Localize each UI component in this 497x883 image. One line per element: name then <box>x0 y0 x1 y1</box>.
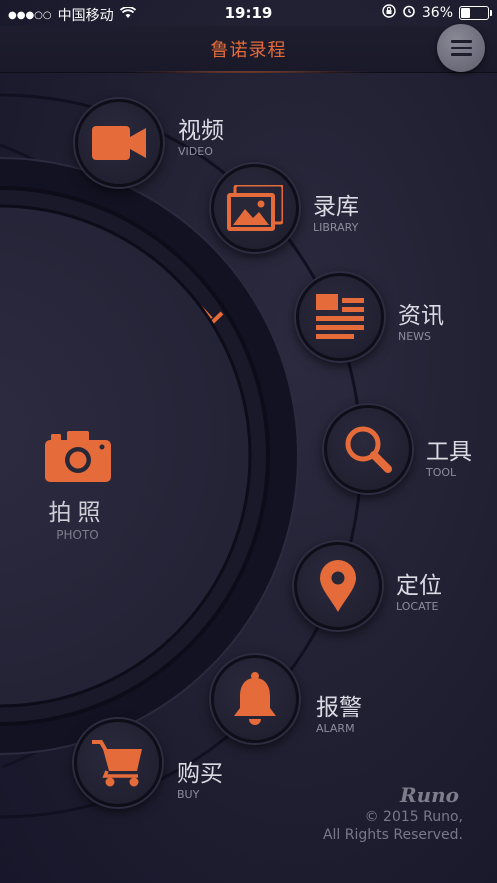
news-button[interactable] <box>296 273 384 361</box>
locate-label: 定位 <box>396 573 442 599</box>
locate-button[interactable] <box>294 542 382 630</box>
photo-sublabel: PHOTO <box>56 528 99 542</box>
tool-button[interactable] <box>324 405 412 493</box>
video-button[interactable] <box>75 99 163 187</box>
video-label: 视频 <box>178 118 224 144</box>
camera-icon <box>45 431 111 482</box>
buy-sublabel: BUY <box>177 788 200 801</box>
news-label-group: 资讯 NEWS <box>398 303 444 343</box>
magnifier-icon <box>345 426 392 473</box>
copyright-line-1: © 2015 Runo, <box>364 809 463 825</box>
brand-logo: Runo <box>399 783 459 807</box>
tool-label-group: 工具 TOOL <box>426 439 472 479</box>
library-label-group: 录库 LIBRARY <box>313 194 359 234</box>
news-label: 资讯 <box>398 303 444 329</box>
photo-label: 拍照 <box>48 500 107 526</box>
library-sublabel: LIBRARY <box>313 221 359 234</box>
tool-label: 工具 <box>426 439 472 465</box>
bell-icon <box>234 672 276 725</box>
buy-label: 购买 <box>177 761 223 787</box>
locate-label-group: 定位 LOCATE <box>396 573 442 613</box>
library-button[interactable] <box>211 164 299 252</box>
alarm-label-group: 报警 ALARM <box>316 695 362 735</box>
buy-label-group: 购买 BUY <box>177 761 223 801</box>
library-label: 录库 <box>313 194 359 220</box>
news-icon <box>316 294 364 339</box>
video-sublabel: VIDEO <box>178 145 213 158</box>
alarm-sublabel: ALARM <box>316 722 355 735</box>
location-pin-icon <box>320 560 356 612</box>
locate-sublabel: LOCATE <box>396 600 439 613</box>
gallery-icon <box>227 185 283 231</box>
tool-sublabel: TOOL <box>426 466 457 479</box>
copyright-line-2: All Rights Reserved. <box>322 827 463 843</box>
alarm-button[interactable] <box>211 655 299 743</box>
buy-button[interactable] <box>74 719 162 807</box>
video-label-group: 视频 VIDEO <box>178 118 224 158</box>
alarm-label: 报警 <box>316 695 362 721</box>
video-camera-icon <box>92 126 146 160</box>
copyright: © 2015 Runo, All Rights Reserved. <box>323 808 463 844</box>
cart-icon <box>92 740 142 787</box>
news-sublabel: NEWS <box>398 330 432 343</box>
